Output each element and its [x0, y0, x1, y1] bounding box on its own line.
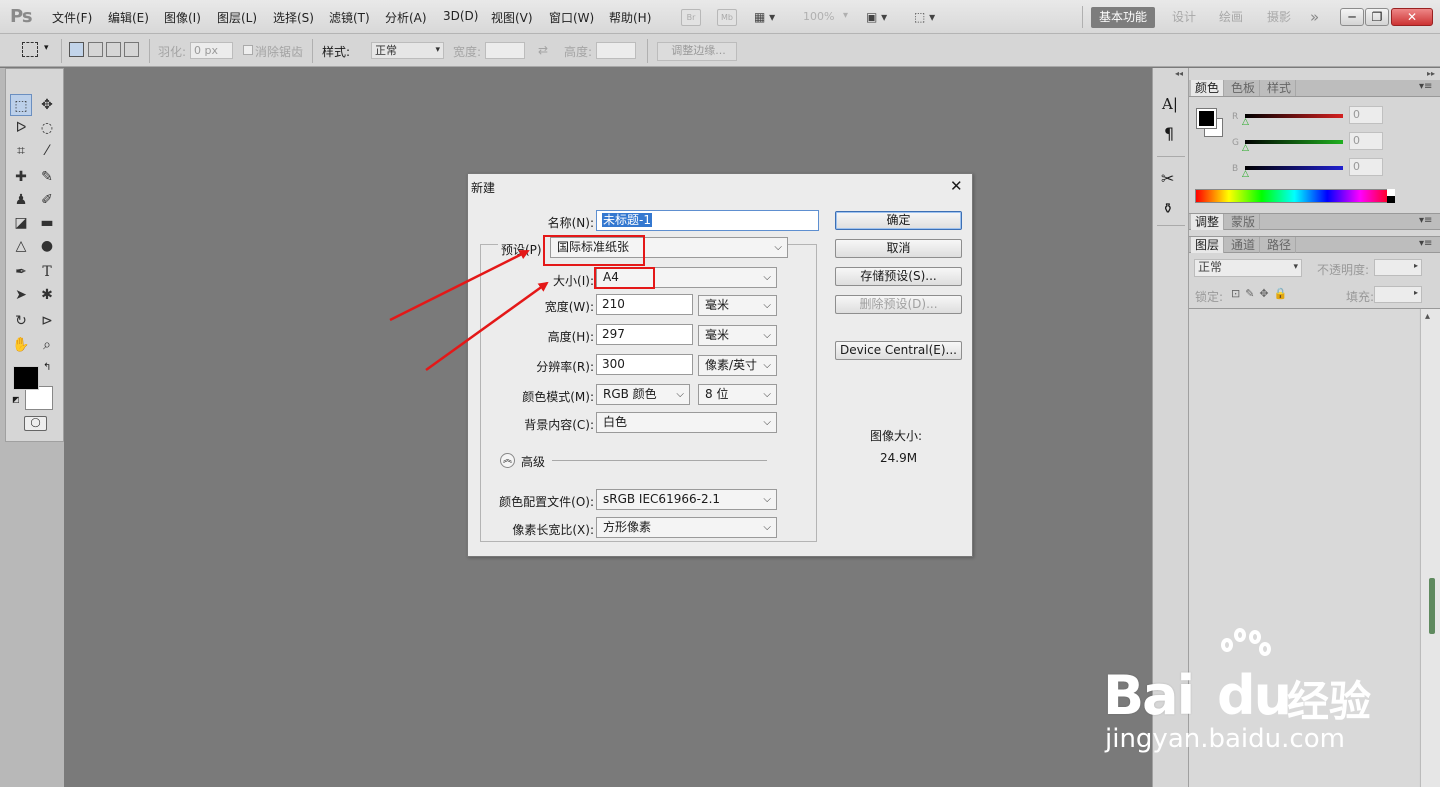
- watermark-url: jingyan.baidu.com: [1105, 724, 1345, 754]
- watermark-du: du: [1217, 664, 1292, 727]
- watermark-jingyan: 经验: [1287, 677, 1372, 726]
- watermark-bai: Bai: [1103, 664, 1195, 727]
- arrow-to-size: [425, 281, 549, 372]
- arrow-to-preset: [389, 249, 530, 322]
- baidu-watermark: Bai du 经验 jingyan.baidu.com: [1103, 628, 1423, 758]
- paw-icon: [1221, 628, 1271, 668]
